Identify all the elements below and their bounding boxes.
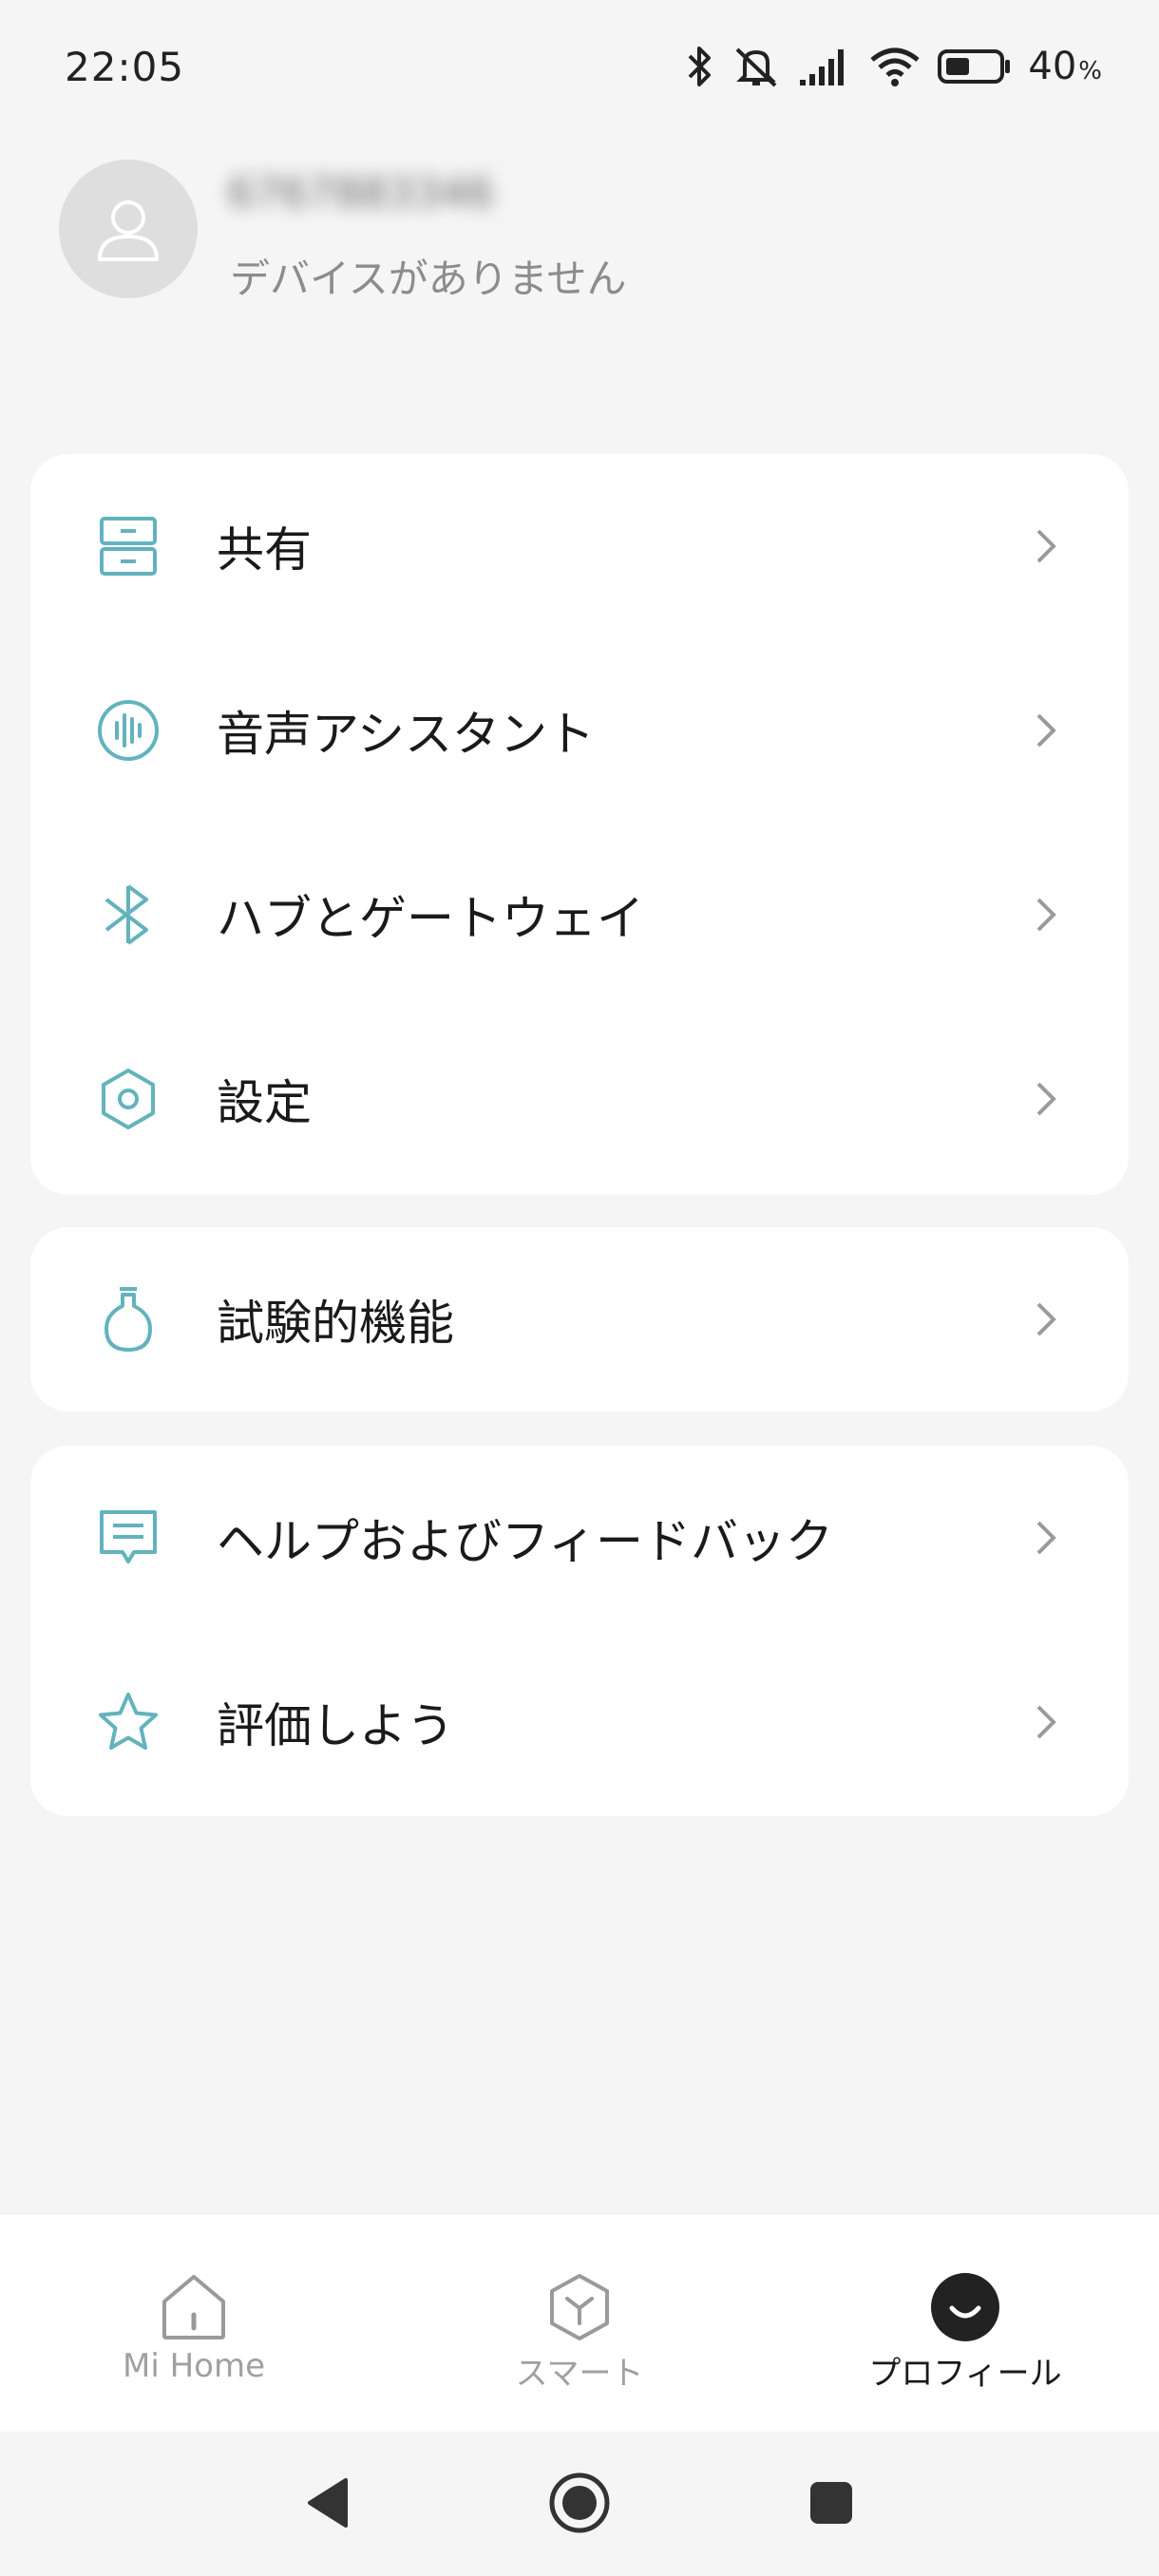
tab-smart[interactable]: スマート: [437, 2214, 722, 2433]
menu-item-label: ヘルプおよびフィードバック: [217, 1514, 833, 1569]
battery-percentage: 40%: [1028, 45, 1102, 88]
nav-back-button[interactable]: [285, 2460, 370, 2546]
nav-recents-button[interactable]: [788, 2460, 874, 2546]
menu-item-label: 共有: [217, 522, 312, 578]
recents-square-icon: [810, 2482, 852, 2524]
mute-icon: [730, 44, 783, 89]
bluetooth-icon: [686, 44, 714, 89]
signal-icon: [798, 46, 853, 87]
menu-item-label: 音声アシスタント: [217, 707, 595, 762]
feedback-message-icon: [95, 1505, 162, 1571]
menu-item-label: 設定: [217, 1075, 312, 1130]
chevron-right-icon: [1032, 524, 1060, 568]
nav-home-button[interactable]: [537, 2460, 622, 2546]
tab-label: Mi Home: [123, 2347, 265, 2385]
voice-assistant-icon: [95, 697, 162, 764]
tab-profile[interactable]: プロフィール: [823, 2214, 1108, 2433]
system-navigation-bar: [0, 2432, 1159, 2576]
menu-item-label: 評価しよう: [217, 1698, 454, 1753]
bottom-tab-bar: Mi Home スマート プロフィール: [0, 2213, 1159, 2432]
avatar[interactable]: [59, 160, 198, 298]
profile-smile-icon: [929, 2271, 1001, 2343]
menu-item-experimental[interactable]: 試験的機能: [30, 1227, 1129, 1411]
menu-item-rate-us[interactable]: 評価しよう: [30, 1630, 1129, 1814]
bluetooth-gateway-icon: [95, 881, 162, 948]
chevron-right-icon: [1032, 709, 1060, 752]
wifi-icon: [868, 45, 922, 88]
menu-card-main: 共有 音声アシスタント ハブとゲートウェイ 設定: [30, 454, 1129, 1195]
chevron-right-icon: [1032, 1077, 1060, 1121]
star-icon: [95, 1689, 162, 1755]
user-id: 6767883346: [228, 169, 494, 218]
menu-item-help-feedback[interactable]: ヘルプおよびフィードバック: [30, 1446, 1129, 1630]
settings-hexagon-icon: [95, 1066, 162, 1132]
menu-item-label: 試験的機能: [217, 1296, 454, 1351]
chevron-right-icon: [1032, 1700, 1060, 1744]
tab-label: スマート: [515, 2355, 644, 2393]
battery-icon: [937, 47, 1013, 85]
status-icons: 40%: [686, 42, 1102, 91]
user-icon: [98, 200, 159, 261]
status-bar: 22:05 40%: [0, 0, 1159, 133]
home-icon: [158, 2271, 230, 2343]
menu-item-hub-gateway[interactable]: ハブとゲートウェイ: [30, 823, 1129, 1007]
menu-item-voice-assistant[interactable]: 音声アシスタント: [30, 638, 1129, 823]
experiment-flask-icon: [95, 1286, 162, 1353]
tab-mi-home[interactable]: Mi Home: [51, 2214, 336, 2433]
menu-item-share[interactable]: 共有: [30, 454, 1129, 638]
tab-label: プロフィール: [868, 2355, 1062, 2393]
menu-card-experimental: 試験的機能: [30, 1227, 1129, 1411]
share-drawer-icon: [95, 513, 162, 579]
chevron-right-icon: [1032, 1297, 1060, 1341]
back-triangle-icon: [308, 2478, 348, 2528]
menu-item-label: ハブとゲートウェイ: [217, 891, 644, 946]
menu-item-settings[interactable]: 設定: [30, 1007, 1129, 1191]
status-time: 22:05: [65, 44, 185, 90]
chevron-right-icon: [1032, 893, 1060, 937]
home-circle-icon: [549, 2472, 610, 2533]
profile-header[interactable]: 6767883346 デバイスがありません: [59, 160, 1104, 302]
smart-cube-icon: [543, 2271, 616, 2343]
chevron-right-icon: [1032, 1516, 1060, 1560]
device-status-text: デバイスがありません: [230, 256, 627, 302]
menu-card-support: ヘルプおよびフィードバック 評価しよう: [30, 1446, 1129, 1816]
